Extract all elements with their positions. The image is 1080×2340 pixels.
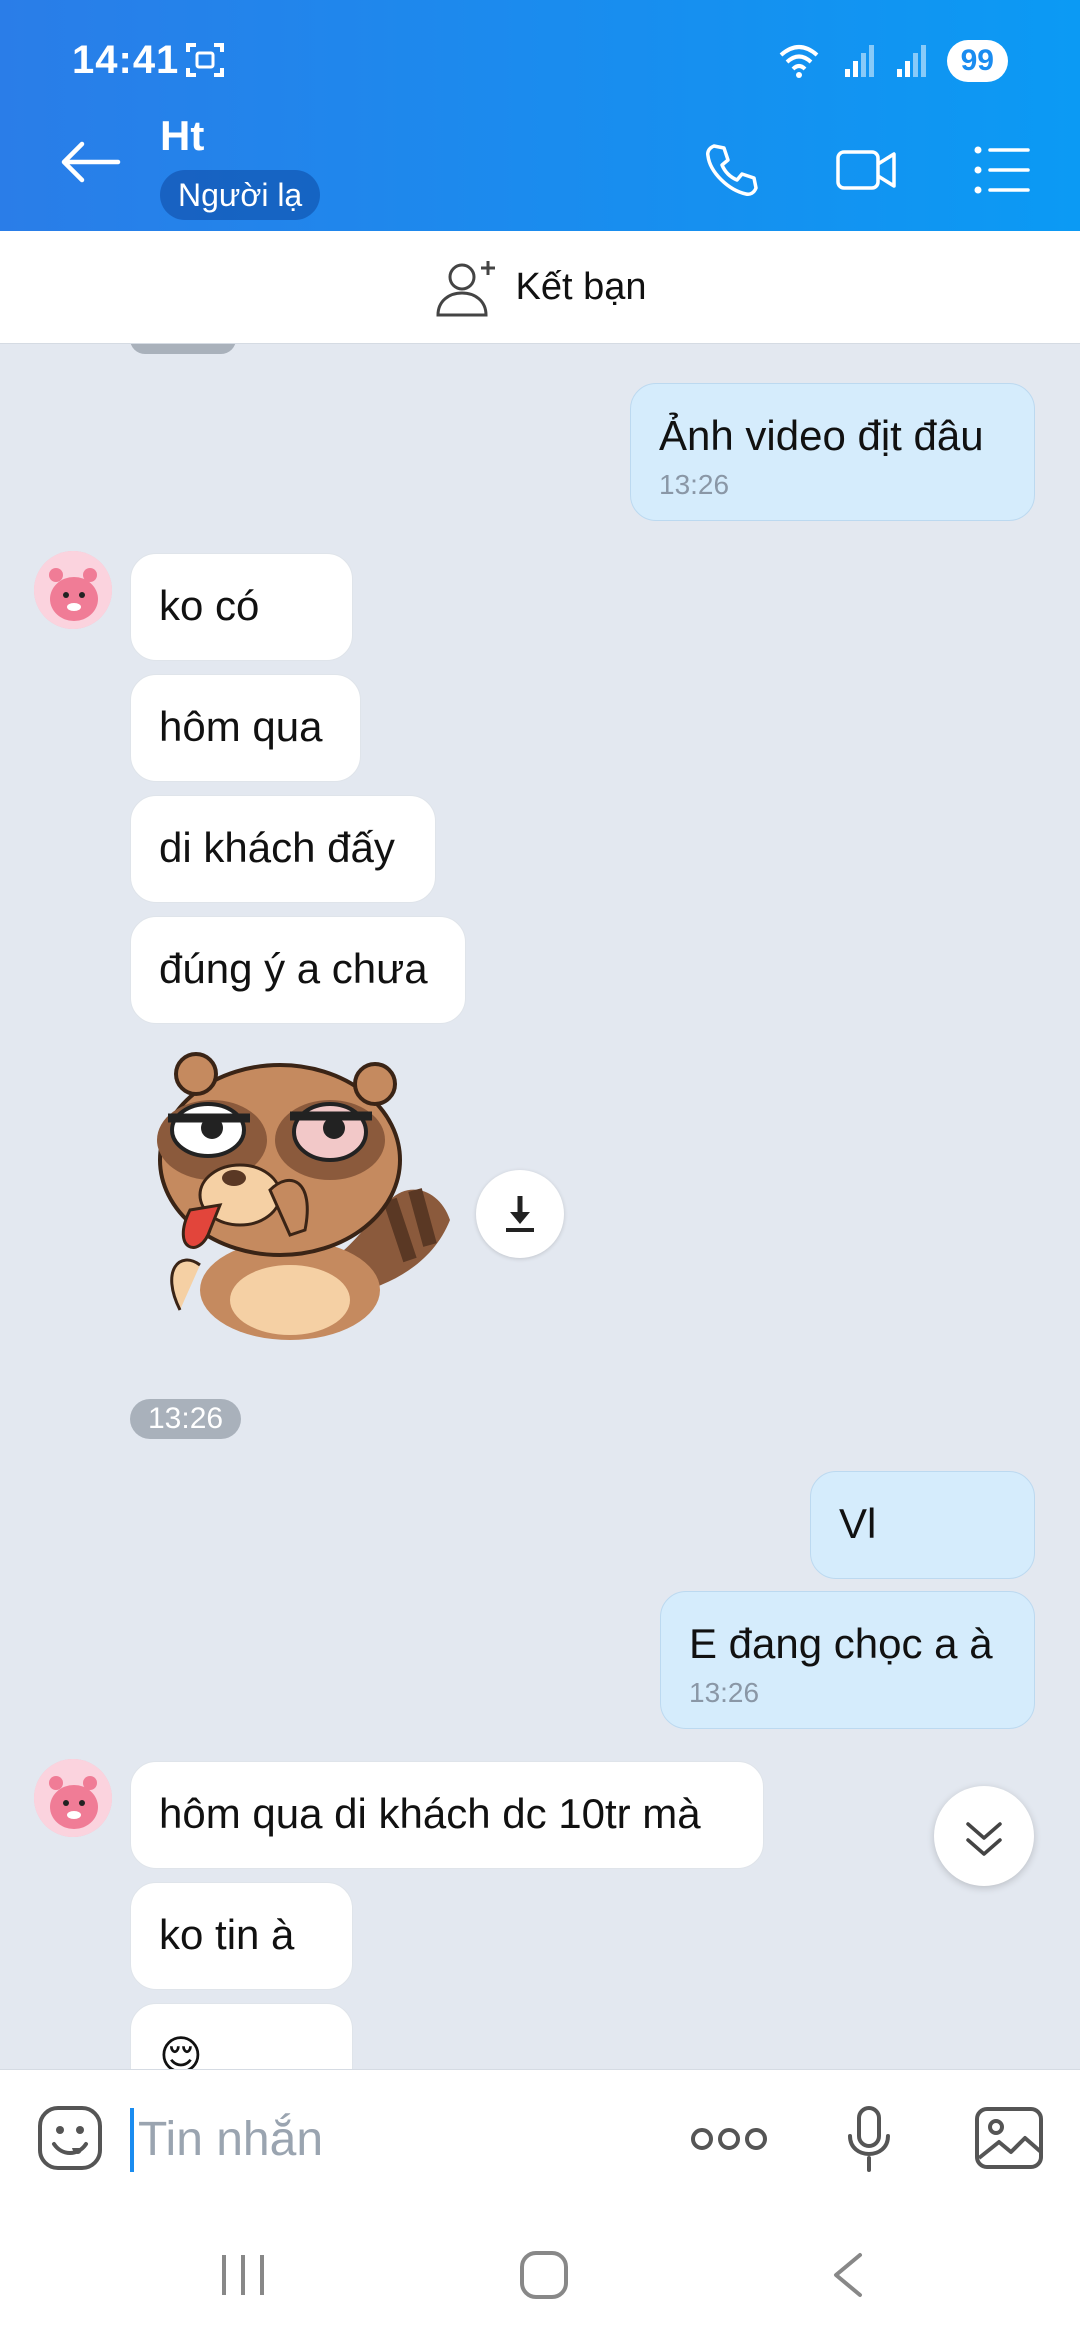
back-arrow-icon[interactable] [58,140,122,184]
download-sticker-button[interactable] [476,1170,564,1258]
message-composer: Tin nhắn [0,2069,1080,2209]
battery-indicator: 99 [946,40,1008,82]
signal-icon-1 [844,45,874,77]
time-pill-partial [130,344,236,354]
contact-name[interactable]: Ht [160,112,204,160]
message-text: hôm qua [159,703,323,750]
message-bubble-out[interactable]: Vl [810,1471,1035,1579]
message-bubble-in[interactable]: hôm qua di khách dc 10tr mà [130,1761,764,1869]
message-bubble-in[interactable]: đúng ý a chưa [130,916,466,1024]
message-input[interactable]: Tin nhắn [130,2108,323,2172]
microphone-icon[interactable] [846,2106,892,2172]
message-text: 😌 [159,2032,203,2069]
message-bubble-in[interactable]: ko có [130,553,353,661]
add-friend-label: Kết bạn [515,265,647,308]
screenshot-icon [186,43,224,77]
message-bubble-in[interactable]: di khách đấy [130,795,436,903]
status-time: 14:41 [72,38,180,82]
home-icon[interactable] [518,2249,570,2301]
message-text: hôm qua di khách dc 10tr mà [159,1790,701,1837]
system-navigation-bar [0,2209,1080,2340]
double-chevron-down-icon [966,1822,1002,1856]
message-bubble-in[interactable]: hôm qua [130,674,361,782]
wifi-icon [779,45,818,78]
message-text: Vl [839,1500,877,1547]
message-text: Ảnh video địt đâu [659,412,984,459]
message-text: ko có [159,582,260,629]
signal-icon-2 [896,45,926,77]
avatar-pink-character [34,1759,112,1837]
message-list[interactable]: Ảnh video địt đâu 13:26 ko có hôm qua di… [0,344,1080,2069]
chat-header: 14:41 99 Ht Người lạ [0,0,1080,231]
avatar[interactable] [34,1759,112,1837]
message-bubble-out[interactable]: E đang chọc a à 13:26 [660,1591,1035,1729]
video-call-icon[interactable] [835,140,899,200]
phone-call-icon[interactable] [700,140,760,200]
status-icons: 99 [777,40,1008,82]
message-bubble-in[interactable]: 😌 [130,2003,353,2069]
message-bubble-out[interactable]: Ảnh video địt đâu 13:26 [630,383,1035,521]
more-options-icon[interactable] [690,2124,768,2154]
add-friend-bar[interactable]: Kết bạn [0,231,1080,344]
stranger-badge: Người lạ [160,170,321,220]
message-text: di khách đấy [159,824,395,871]
message-time: 13:26 [689,1677,760,1708]
message-time: 13:26 [659,469,730,500]
recent-apps-icon[interactable] [218,2251,268,2299]
scroll-to-bottom-button[interactable] [934,1786,1034,1886]
download-icon [506,1196,534,1232]
avatar-pink-character [34,551,112,629]
menu-list-icon[interactable] [972,140,1032,200]
message-text: E đang chọc a à [689,1620,993,1667]
message-bubble-in[interactable]: ko tin à [130,1882,353,1990]
avatar[interactable] [34,551,112,629]
emoji-sticker-icon[interactable] [36,2104,104,2172]
message-text: đúng ý a chưa [159,945,428,992]
message-text: ko tin à [159,1911,295,1958]
add-friend-icon [435,261,495,317]
raccoon-sticker[interactable] [140,1050,460,1340]
back-nav-icon[interactable] [828,2251,868,2299]
time-pill: 13:26 [130,1399,242,1439]
image-gallery-icon[interactable] [974,2106,1044,2170]
